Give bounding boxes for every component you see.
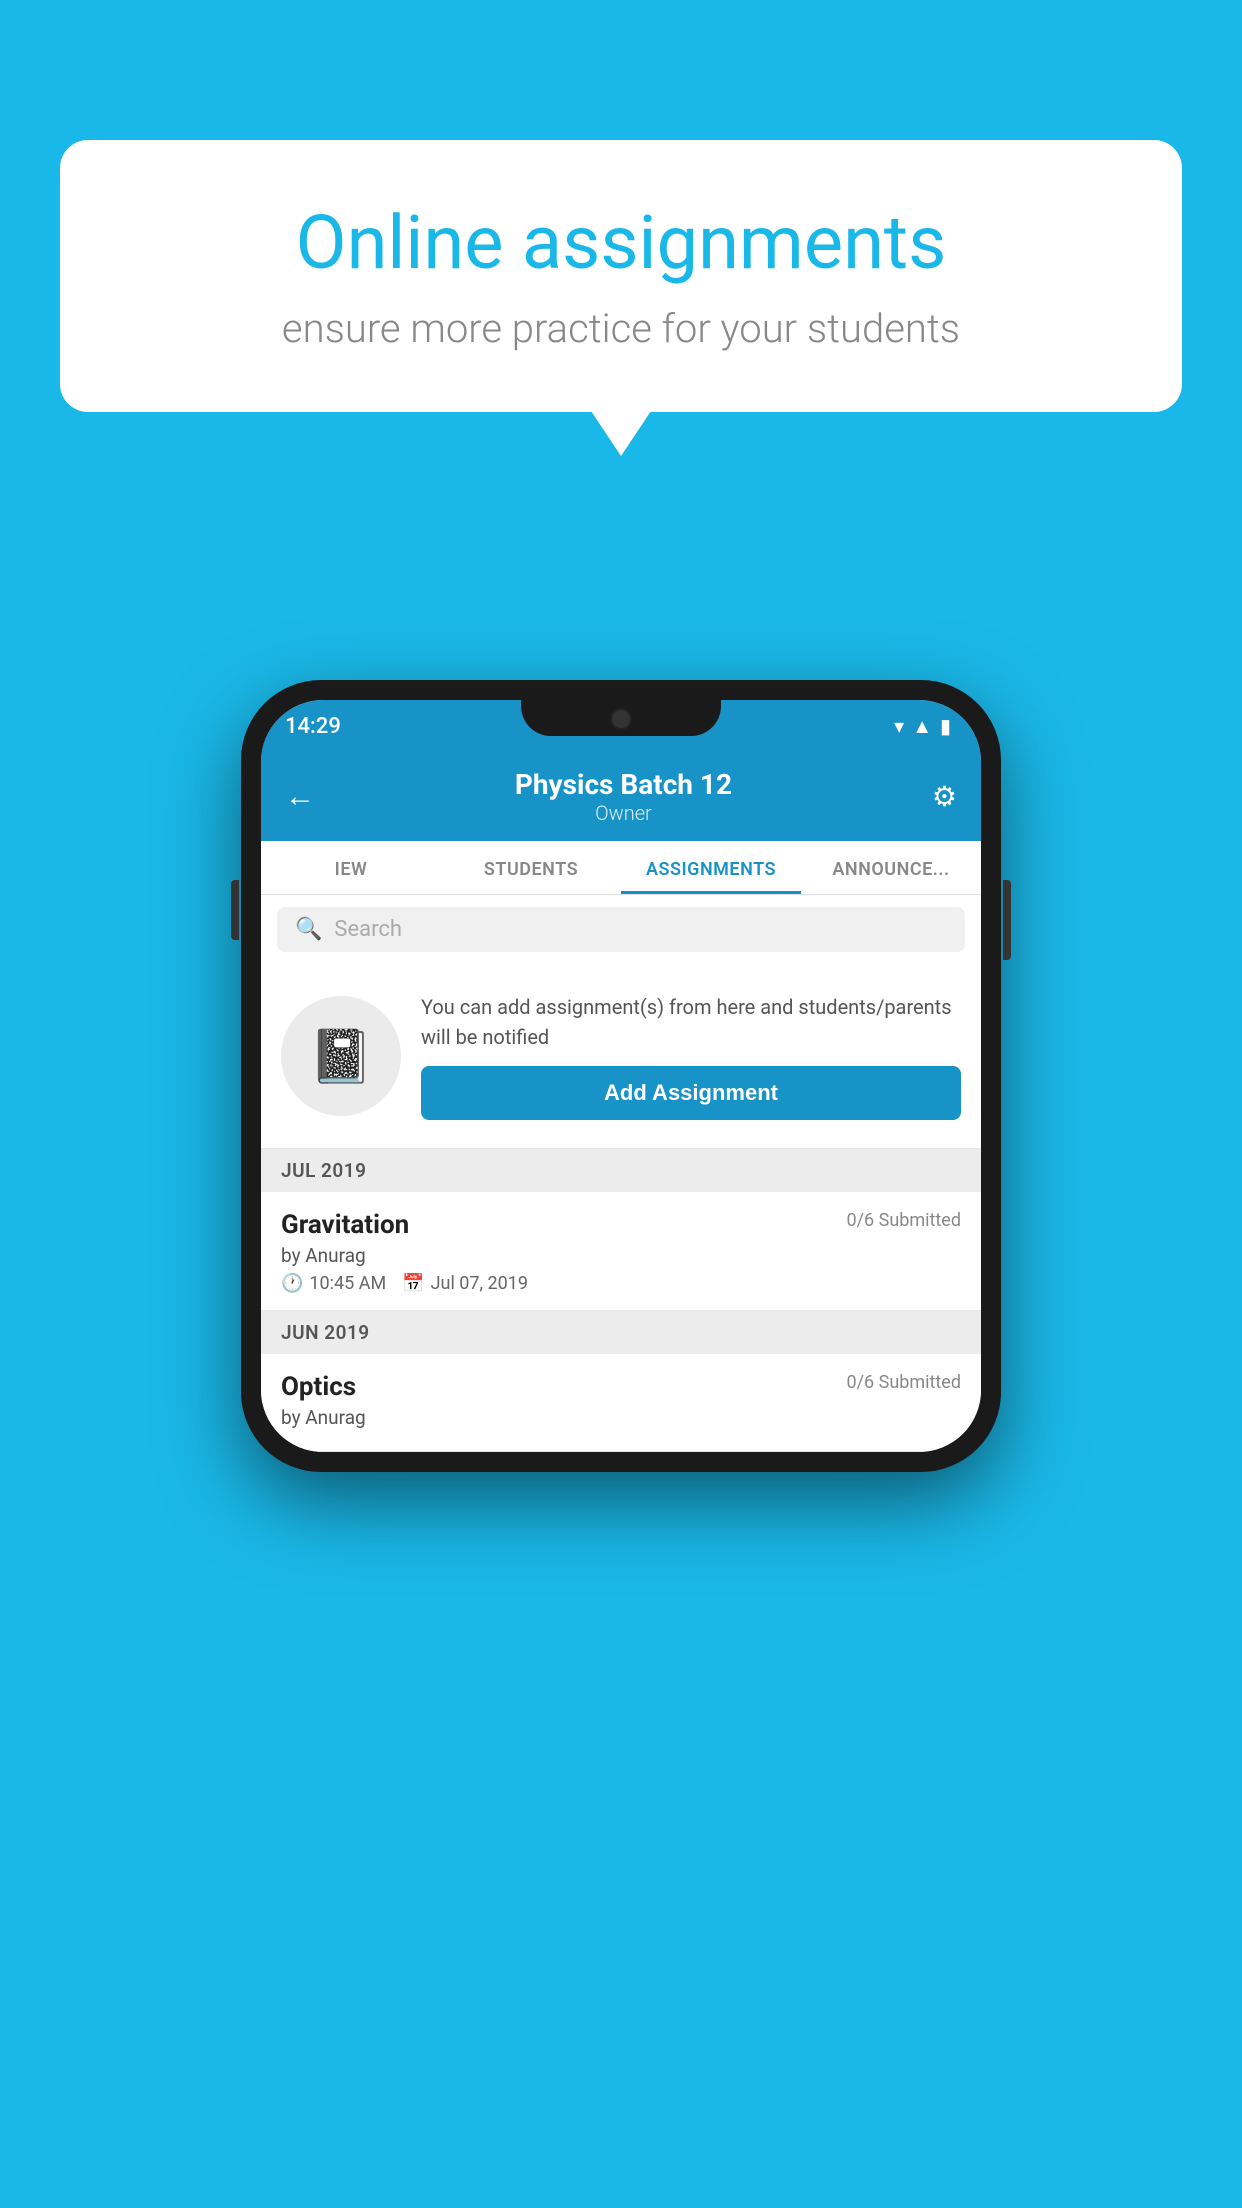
signal-icon: ▲ xyxy=(912,714,932,739)
promo-right: You can add assignment(s) from here and … xyxy=(421,992,961,1120)
battery-icon: ▮ xyxy=(940,714,951,738)
side-button-right xyxy=(1003,880,1011,960)
header-title-group: Physics Batch 12 Owner xyxy=(515,768,732,825)
assignment-submitted-gravitation: 0/6 Submitted xyxy=(847,1210,961,1231)
assignment-by-gravitation: by Anurag xyxy=(281,1244,961,1267)
tab-announcements[interactable]: ANNOUNCE... xyxy=(801,841,981,894)
search-container: 🔍 Search xyxy=(261,895,981,964)
phone-screen: 14:29 ▾ ▲ ▮ ← Physics Batch 12 Owner ⚙ I… xyxy=(261,700,981,1452)
speech-bubble: Online assignments ensure more practice … xyxy=(60,140,1182,412)
assignment-submitted-optics: 0/6 Submitted xyxy=(847,1372,961,1393)
app-header: ← Physics Batch 12 Owner ⚙ xyxy=(261,752,981,841)
speech-bubble-subtitle: ensure more practice for your students xyxy=(130,305,1112,352)
back-button[interactable]: ← xyxy=(285,779,315,814)
settings-icon[interactable]: ⚙ xyxy=(932,780,957,813)
assignment-date-gravitation: 📅 Jul 07, 2019 xyxy=(402,1273,528,1294)
header-title: Physics Batch 12 xyxy=(515,768,732,801)
wifi-icon: ▾ xyxy=(894,714,904,738)
assignment-icon: 📓 xyxy=(309,1026,374,1087)
search-bar[interactable]: 🔍 Search xyxy=(277,907,965,952)
speech-bubble-title: Online assignments xyxy=(130,200,1112,287)
tab-bar: IEW STUDENTS ASSIGNMENTS ANNOUNCE... xyxy=(261,841,981,895)
section-jun-label: JUN 2019 xyxy=(281,1321,370,1344)
assignment-title-optics: Optics xyxy=(281,1372,356,1402)
promo-text: You can add assignment(s) from here and … xyxy=(421,992,961,1052)
add-assignment-button[interactable]: Add Assignment xyxy=(421,1066,961,1120)
search-input[interactable]: Search xyxy=(334,917,402,942)
speech-bubble-container: Online assignments ensure more practice … xyxy=(60,140,1182,412)
phone-container: 14:29 ▾ ▲ ▮ ← Physics Batch 12 Owner ⚙ I… xyxy=(241,680,1001,1472)
assignment-by-optics: by Anurag xyxy=(281,1406,961,1429)
tab-students[interactable]: STUDENTS xyxy=(441,841,621,894)
assignment-date-value: Jul 07, 2019 xyxy=(431,1273,528,1294)
tab-overview[interactable]: IEW xyxy=(261,841,441,894)
status-time: 14:29 xyxy=(285,714,341,739)
calendar-icon: 📅 xyxy=(402,1273,424,1294)
promo-icon-circle: 📓 xyxy=(281,996,401,1116)
section-jun-2019: JUN 2019 xyxy=(261,1311,981,1354)
tab-assignments[interactable]: ASSIGNMENTS xyxy=(621,841,801,894)
section-jul-label: JUL 2019 xyxy=(281,1159,366,1182)
header-subtitle: Owner xyxy=(515,801,732,825)
assignment-optics[interactable]: Optics 0/6 Submitted by Anurag xyxy=(261,1354,981,1452)
assignment-row1: Gravitation 0/6 Submitted xyxy=(281,1210,961,1240)
assignment-time-value: 10:45 AM xyxy=(309,1273,386,1294)
assignment-meta-gravitation: 🕐 10:45 AM 📅 Jul 07, 2019 xyxy=(281,1273,961,1294)
status-icons: ▾ ▲ ▮ xyxy=(894,714,951,739)
side-button-left xyxy=(231,880,239,940)
assignment-gravitation[interactable]: Gravitation 0/6 Submitted by Anurag 🕐 10… xyxy=(261,1192,981,1311)
clock-icon: 🕐 xyxy=(281,1273,303,1294)
assignment-optics-row1: Optics 0/6 Submitted xyxy=(281,1372,961,1402)
phone-camera xyxy=(610,708,632,730)
promo-section: 📓 You can add assignment(s) from here an… xyxy=(261,964,981,1149)
section-jul-2019: JUL 2019 xyxy=(261,1149,981,1192)
phone-frame: 14:29 ▾ ▲ ▮ ← Physics Batch 12 Owner ⚙ I… xyxy=(241,680,1001,1472)
assignment-title-gravitation: Gravitation xyxy=(281,1210,409,1240)
search-icon: 🔍 xyxy=(295,917,322,942)
assignment-time-gravitation: 🕐 10:45 AM xyxy=(281,1273,386,1294)
